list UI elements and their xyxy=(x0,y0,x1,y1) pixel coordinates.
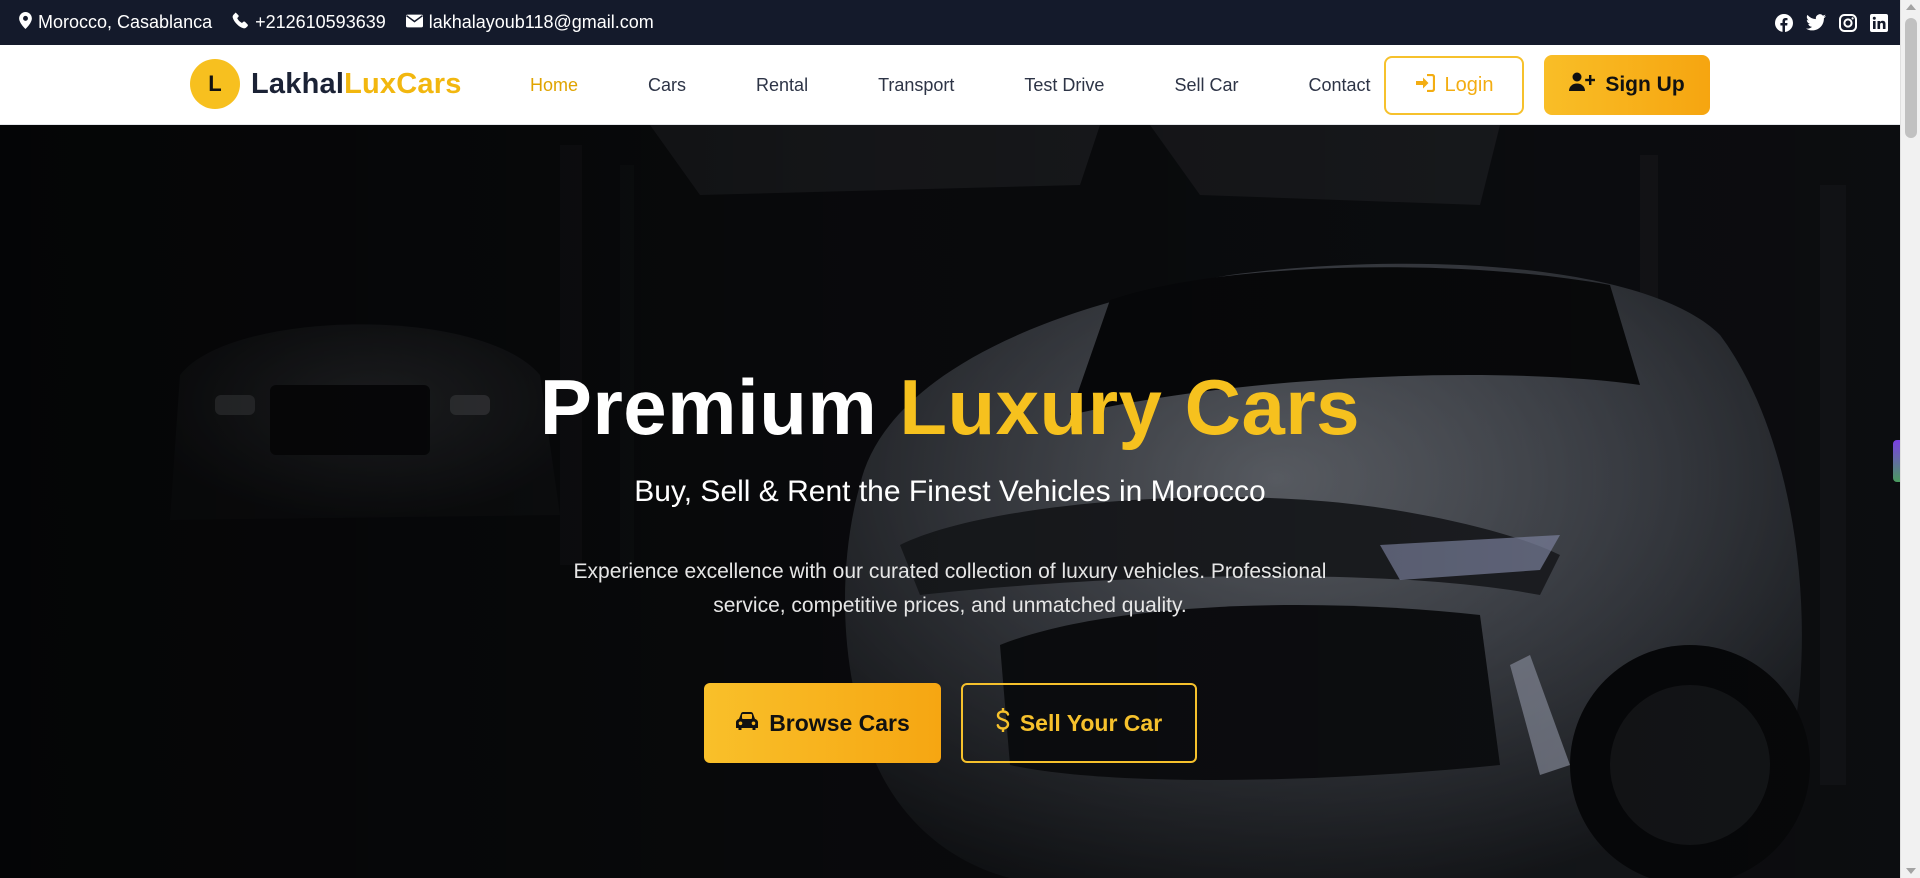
twitter-icon[interactable] xyxy=(1806,14,1826,31)
email-info[interactable]: lakhalayoub118@gmail.com xyxy=(405,12,654,33)
browse-cars-button[interactable]: Browse Cars xyxy=(704,683,941,763)
linkedin-icon[interactable] xyxy=(1870,13,1888,32)
user-plus-icon xyxy=(1569,72,1596,98)
nav-menu: Home Cars Rental Transport Test Drive Se… xyxy=(530,45,1371,125)
nav-item-contact[interactable]: Contact xyxy=(1308,75,1370,96)
nav-item-rental[interactable]: Rental xyxy=(756,75,808,96)
hero-section: Premium Luxury Cars Buy, Sell & Rent the… xyxy=(0,125,1900,878)
hero-content: Premium Luxury Cars Buy, Sell & Rent the… xyxy=(0,125,1900,878)
social-links xyxy=(1775,0,1888,45)
nav-item-test-drive[interactable]: Test Drive xyxy=(1024,75,1104,96)
instagram-icon[interactable] xyxy=(1839,13,1857,32)
location-info: Morocco, Casablanca xyxy=(19,11,213,34)
facebook-icon[interactable] xyxy=(1775,13,1793,32)
phone-info[interactable]: +212610593639 xyxy=(232,12,386,34)
hero-title-part1: Premium xyxy=(539,363,878,451)
email-text: lakhalayoub118@gmail.com xyxy=(428,12,654,32)
login-button[interactable]: Login xyxy=(1384,56,1524,115)
page-scrollbar[interactable] xyxy=(1900,0,1920,878)
nav-item-sell-car[interactable]: Sell Car xyxy=(1174,75,1238,96)
location-text: Morocco, Casablanca xyxy=(38,12,213,32)
phone-text: +212610593639 xyxy=(255,12,386,32)
logo-text-part2: LuxCars xyxy=(344,67,462,100)
main-navbar: L LakhalLuxCars Home Cars Rental Transpo… xyxy=(0,45,1900,125)
signup-button[interactable]: Sign Up xyxy=(1544,55,1710,115)
hero-description: Experience excellence with our curated c… xyxy=(573,560,1327,617)
contact-info: Morocco, Casablanca +212610593639 lakhal… xyxy=(19,0,674,45)
nav-item-transport[interactable]: Transport xyxy=(878,75,954,96)
signup-label: Sign Up xyxy=(1605,73,1685,96)
nav-item-cars[interactable]: Cars xyxy=(648,75,686,96)
login-label: Login xyxy=(1444,74,1494,96)
side-extension-tab[interactable] xyxy=(1893,440,1900,482)
scroll-up-arrow-icon[interactable] xyxy=(1906,4,1916,10)
scroll-down-arrow-icon[interactable] xyxy=(1906,868,1916,874)
nav-item-home[interactable]: Home xyxy=(530,75,578,96)
hero-title-part2: Luxury Cars xyxy=(899,363,1361,451)
site-logo[interactable]: L LakhalLuxCars xyxy=(190,59,462,109)
envelope-icon xyxy=(405,12,429,33)
browse-cars-label: Browse Cars xyxy=(769,709,910,736)
phone-icon xyxy=(232,12,255,34)
logo-text-part1: Lakhal xyxy=(251,67,345,100)
logo-text: LakhalLuxCars xyxy=(251,68,462,101)
dollar-icon xyxy=(996,706,1010,738)
scroll-thumb[interactable] xyxy=(1905,18,1917,138)
sign-in-icon xyxy=(1415,73,1435,98)
sell-your-car-button[interactable]: Sell Your Car xyxy=(961,683,1197,763)
map-pin-icon xyxy=(19,11,38,34)
hero-subtitle: Buy, Sell & Rent the Finest Vehicles in … xyxy=(634,475,1266,508)
top-info-bar: Morocco, Casablanca +212610593639 lakhal… xyxy=(0,0,1900,45)
hero-title: Premium Luxury Cars xyxy=(0,362,1900,453)
car-icon xyxy=(735,710,759,737)
logo-badge: L xyxy=(190,59,240,109)
sell-your-car-label: Sell Your Car xyxy=(1019,709,1163,736)
